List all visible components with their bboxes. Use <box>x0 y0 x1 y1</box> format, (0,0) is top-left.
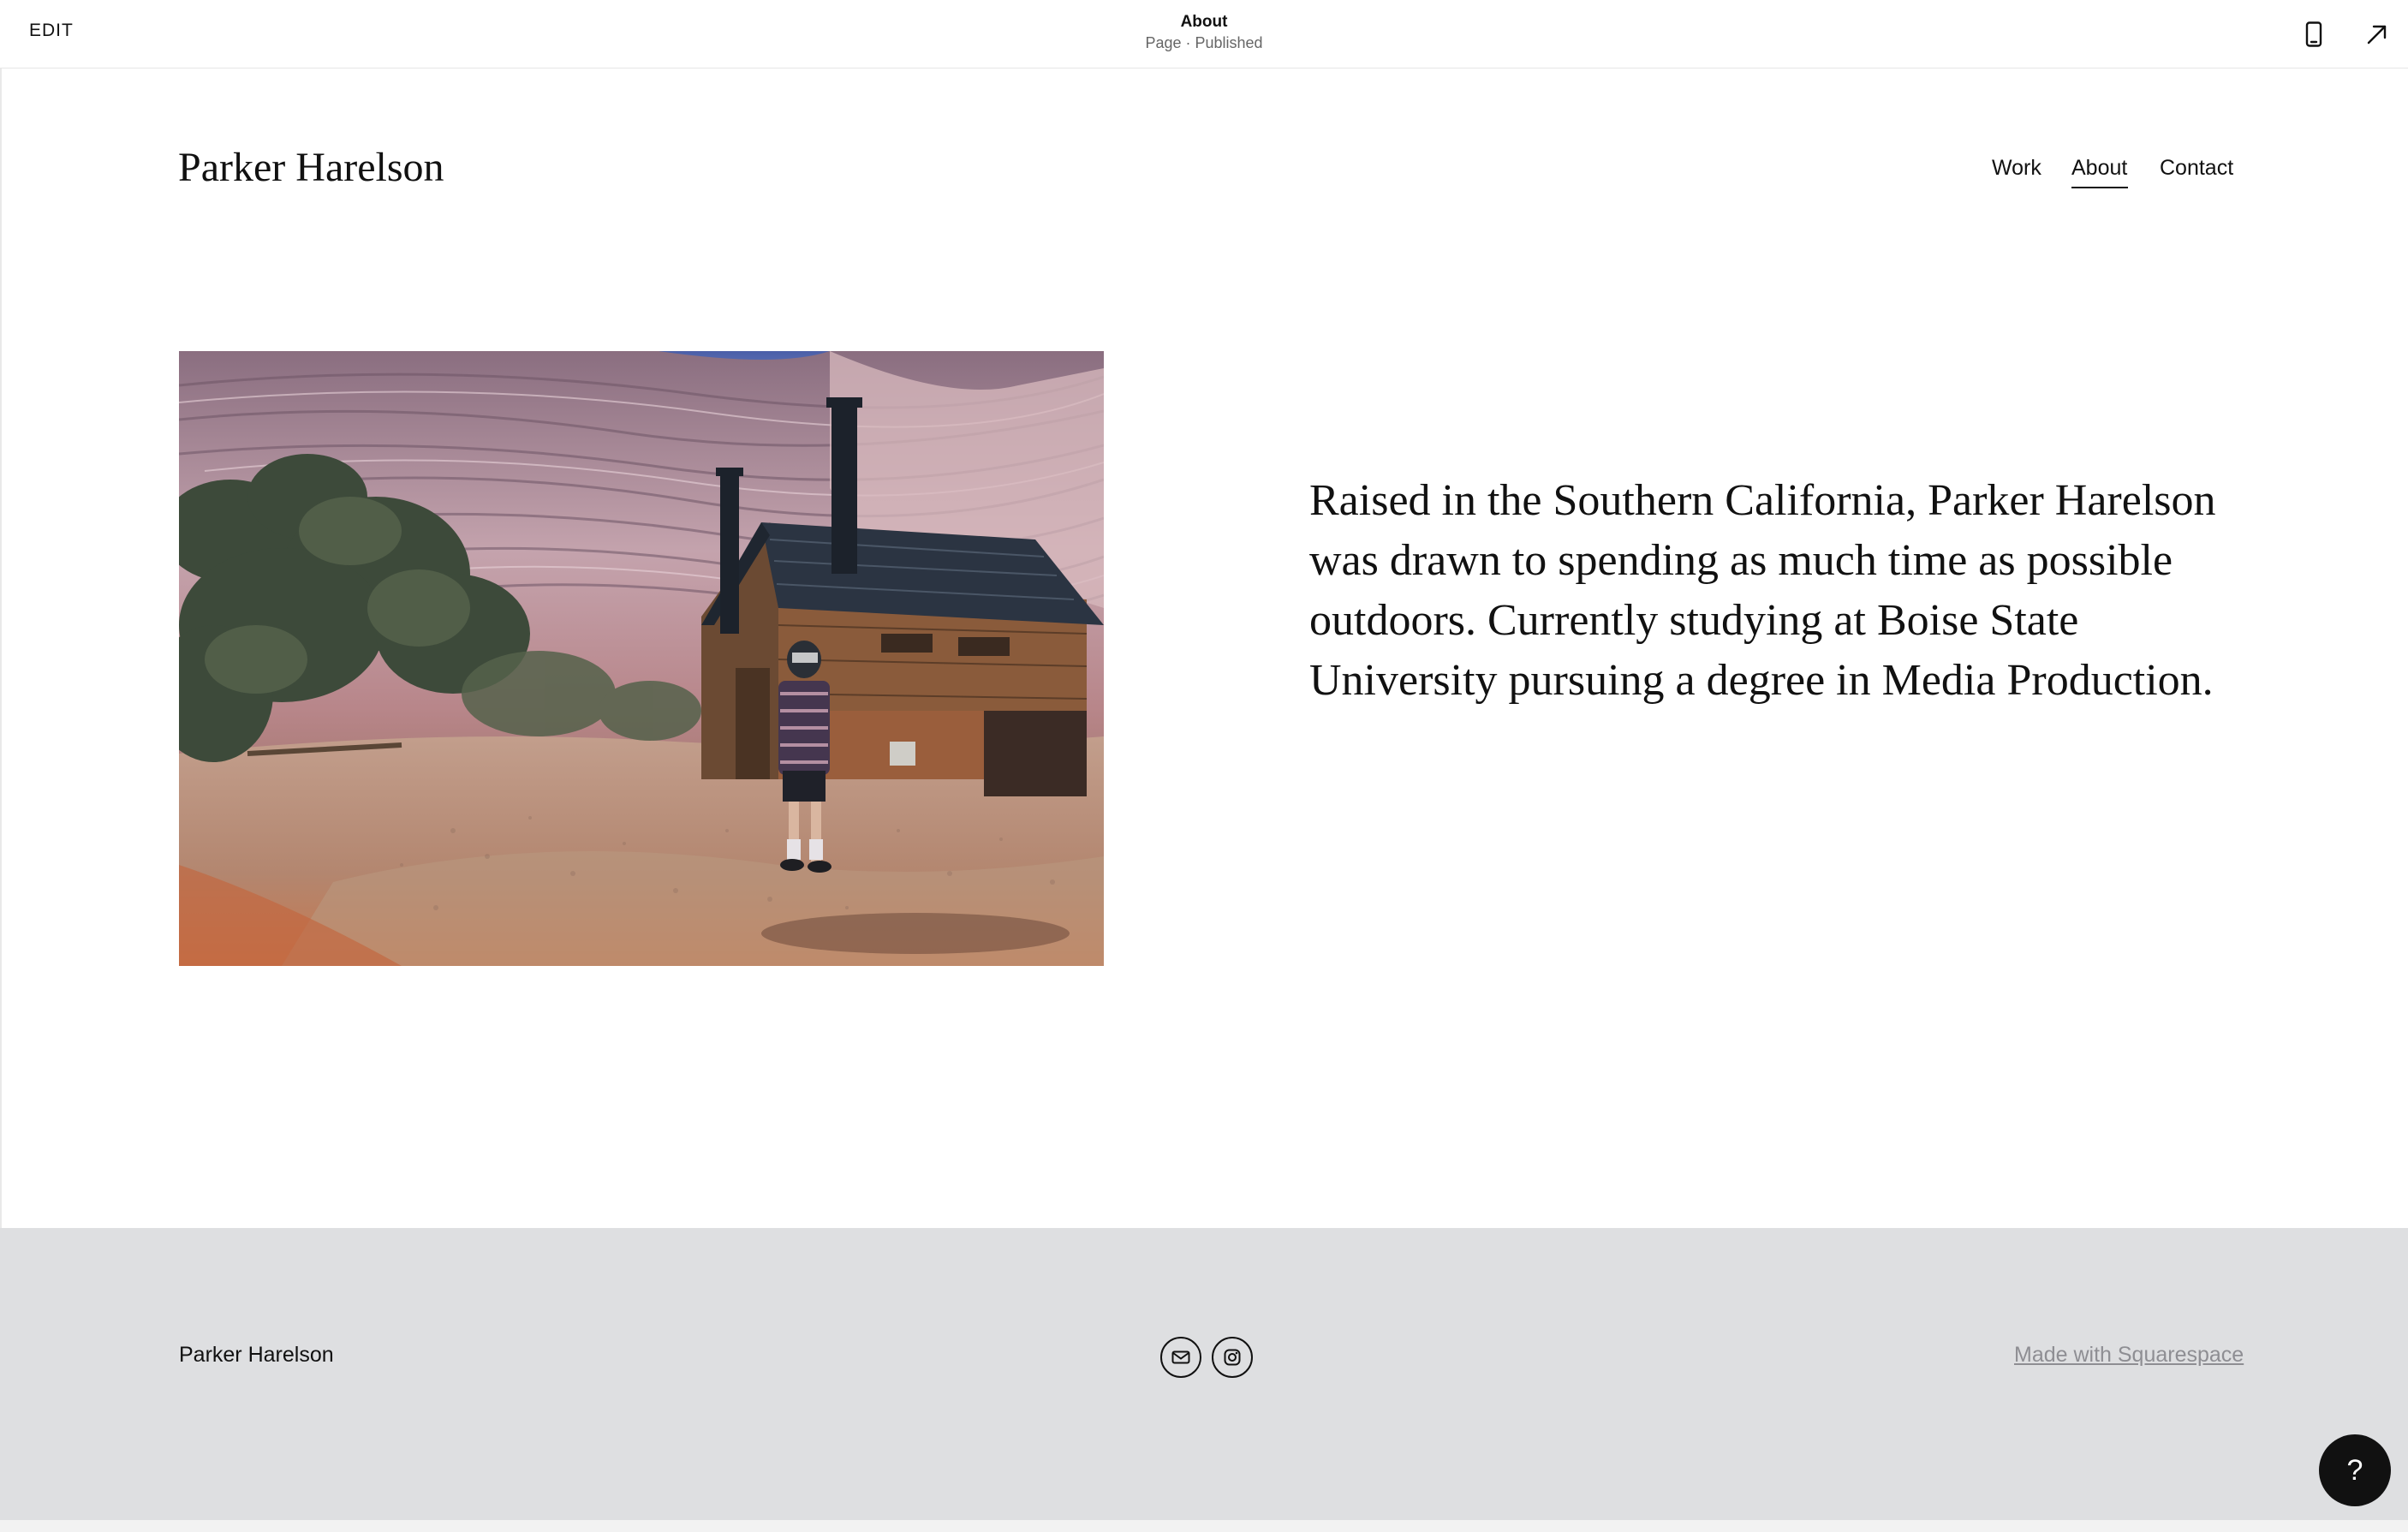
bio-text: Raised in the Southern California, Parke… <box>1309 476 2216 705</box>
page-status-title: About <box>1180 13 1228 31</box>
mobile-preview-button[interactable] <box>2295 15 2333 53</box>
site-footer <box>0 1228 2408 1520</box>
email-icon <box>1171 1350 1190 1364</box>
open-external-arrow-icon <box>2367 25 2387 45</box>
footer-site-name: Parker Harelson <box>179 1343 334 1367</box>
nav-active-underline <box>2071 187 2128 188</box>
edit-button[interactable]: EDIT <box>29 21 74 41</box>
about-photo <box>179 351 1104 966</box>
mobile-preview-icon <box>2305 21 2322 47</box>
nav-link-about[interactable]: About <box>2071 156 2127 181</box>
page-status: About Page · Published <box>1033 12 1375 53</box>
editor-top-bar: EDIT About Page · Published <box>0 0 2408 69</box>
instagram-icon <box>1224 1349 1241 1366</box>
made-with-squarespace-link[interactable]: Made with Squarespace <box>2014 1343 2244 1368</box>
instagram-link[interactable] <box>1212 1337 1253 1378</box>
email-link[interactable] <box>1160 1337 1201 1378</box>
nav-link-contact[interactable]: Contact <box>2160 156 2233 181</box>
help-button[interactable]: ? <box>2319 1434 2391 1506</box>
canvas-bottom-edge <box>0 1520 2408 1532</box>
open-site-button[interactable] <box>2358 15 2396 53</box>
help-icon: ? <box>2346 1453 2363 1487</box>
page-status-subtitle: Page · Published <box>1145 34 1263 51</box>
site-title[interactable]: Parker Harelson <box>178 144 444 191</box>
nav-link-work[interactable]: Work <box>1992 156 2041 181</box>
